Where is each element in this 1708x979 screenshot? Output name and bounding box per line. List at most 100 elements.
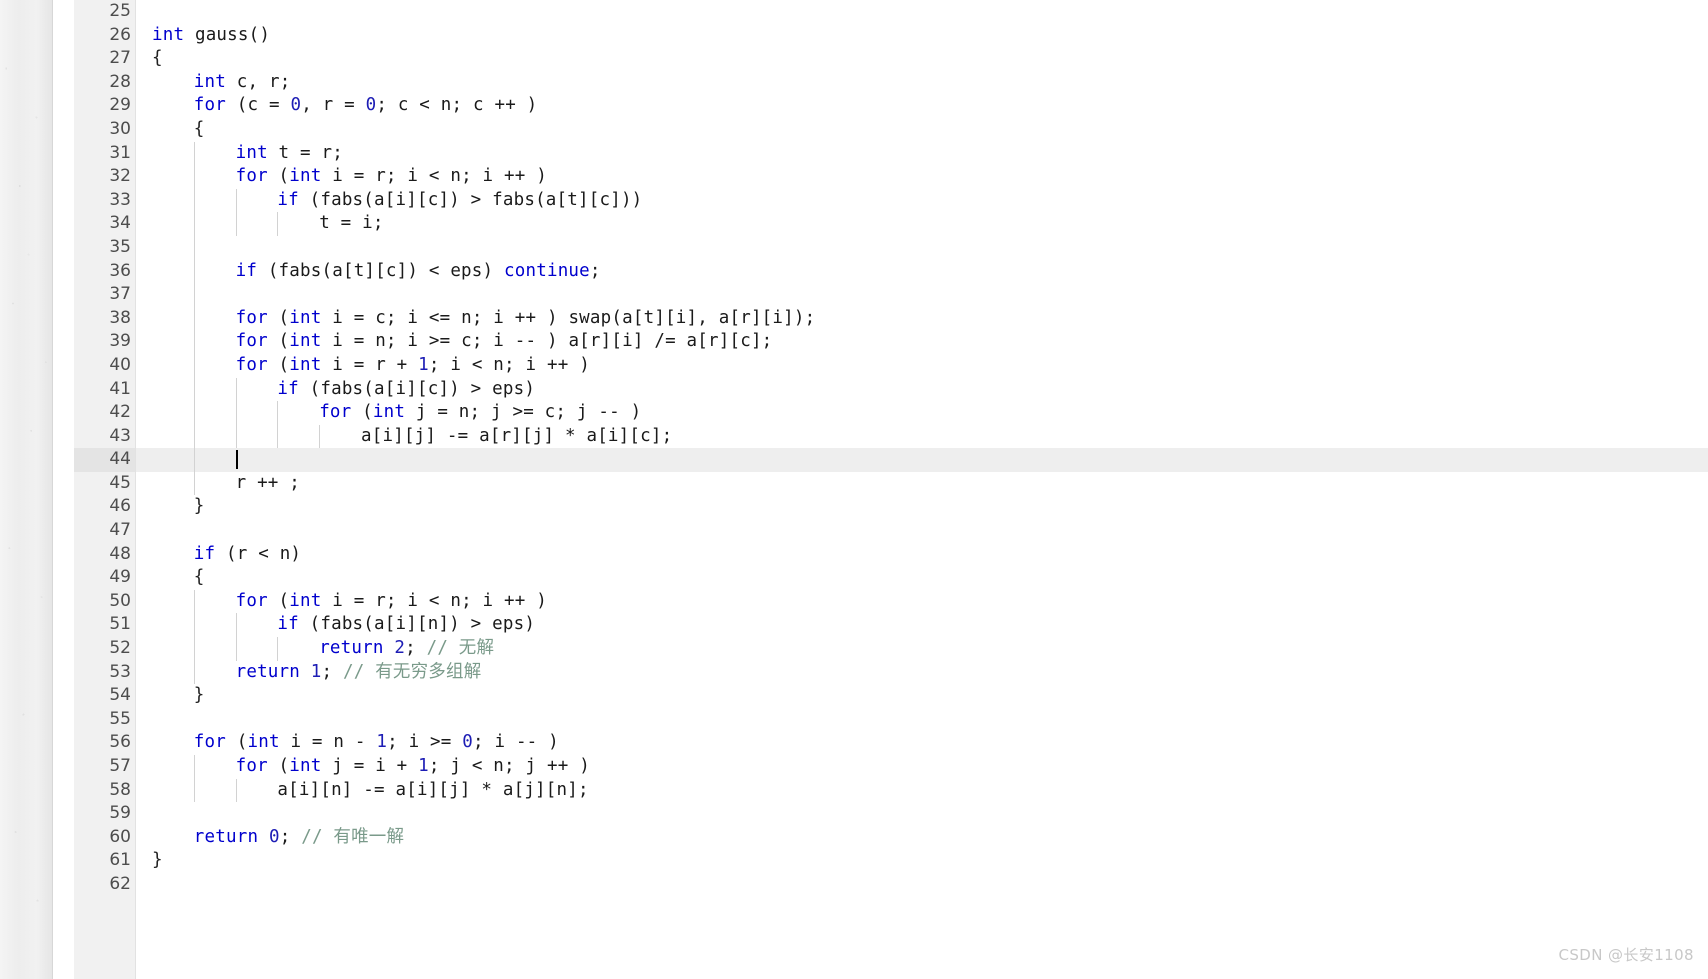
line-number-text: 38	[109, 307, 131, 328]
code-line[interactable]: for (int i = r; i < n; i ++ )	[136, 165, 1708, 189]
code-line[interactable]: if (fabs(a[i][c]) > fabs(a[t][c]))	[136, 188, 1708, 213]
line-number[interactable]: 52	[74, 637, 135, 661]
line-number[interactable]: 35	[74, 236, 135, 260]
code-line[interactable]	[136, 519, 1708, 543]
code-line[interactable]: {	[136, 566, 1708, 590]
line-number[interactable]: 29	[74, 94, 135, 118]
code-line-text: for (int i = n; i >= c; i -- ) a[r][i] /…	[152, 331, 773, 351]
line-number[interactable]: 40	[74, 354, 135, 378]
line-number[interactable]: 59	[74, 802, 135, 826]
line-number[interactable]: 38	[74, 307, 135, 331]
code-line[interactable]	[136, 448, 1708, 472]
line-number[interactable]: 44	[74, 448, 135, 472]
code-token-kw: if	[277, 189, 299, 210]
line-number[interactable]: 37	[74, 283, 135, 307]
code-line[interactable]: for (int j = i + 1; j < n; j ++ )	[136, 755, 1708, 779]
code-token-kw: int	[289, 166, 322, 187]
code-line[interactable]: int c, r;	[136, 71, 1708, 95]
code-line[interactable]: for (int j = n; j >= c; j -- )	[136, 401, 1708, 425]
code-line-text: for (c = 0, r = 0; c < n; c ++ )	[152, 95, 537, 115]
line-number[interactable]: 45	[74, 472, 135, 496]
code-token-punct: }	[193, 685, 205, 706]
code-line[interactable]: r ++ ;	[136, 471, 1708, 496]
line-number[interactable]: 46	[74, 495, 135, 519]
code-line[interactable]: for (c = 0, r = 0; c < n; c ++ )	[136, 94, 1708, 118]
indent-guide	[193, 589, 195, 614]
code-line[interactable]	[136, 235, 1708, 260]
code-line[interactable]: }	[136, 849, 1708, 873]
line-number[interactable]: 25	[74, 0, 135, 24]
line-number[interactable]: 31	[74, 142, 135, 166]
line-number[interactable]: 26	[74, 24, 135, 48]
line-number[interactable]: 41	[74, 378, 135, 402]
code-line[interactable]	[136, 0, 1708, 24]
code-line[interactable]: int gauss()	[136, 24, 1708, 48]
line-number[interactable]: 39	[74, 330, 135, 354]
indent-guide	[277, 637, 279, 661]
line-number[interactable]: 30▼	[74, 118, 144, 142]
code-line[interactable]: if (r < n)	[136, 543, 1708, 567]
code-line[interactable]: if (fabs(a[t][c]) < eps) continue;	[136, 259, 1708, 284]
line-number[interactable]: 50	[74, 590, 135, 614]
code-line[interactable]: return 1; // 有无穷多组解	[136, 660, 1708, 685]
line-number[interactable]: 56	[74, 731, 135, 755]
code-line-text: }	[152, 496, 205, 516]
code-line[interactable]: {	[136, 118, 1708, 142]
code-token-kw: int	[289, 354, 322, 375]
line-number[interactable]: 27▼	[74, 47, 144, 71]
code-token-ident: t = r;	[267, 142, 343, 163]
code-line[interactable]: int t = r;	[136, 141, 1708, 166]
code-line[interactable]	[136, 283, 1708, 307]
code-line[interactable]	[136, 873, 1708, 897]
code-line[interactable]: a[i][j] -= a[r][j] * a[i][c];	[136, 424, 1708, 449]
code-line[interactable]	[136, 708, 1708, 732]
code-line[interactable]: t = i;	[136, 212, 1708, 236]
code-token-kw: return	[235, 661, 301, 682]
line-number-text: 50	[109, 590, 131, 611]
line-number[interactable]: 49▼	[74, 566, 144, 590]
line-number[interactable]: 57	[74, 755, 135, 779]
line-number-gutter[interactable]: 25 2627▼28 2930▼31 3233 3435 36 3738 3940 41 4243…	[74, 0, 144, 979]
line-number[interactable]: 47	[74, 519, 135, 543]
code-editor-window: 25 2627▼28 2930▼31 3233 3435 36 3738 3940 41 4243…	[0, 0, 1708, 979]
line-number[interactable]: 43	[74, 425, 135, 449]
line-number[interactable]: 42	[74, 401, 135, 425]
line-number[interactable]: 60	[74, 826, 135, 850]
code-line[interactable]: if (fabs(a[i][c]) > eps)	[136, 377, 1708, 402]
line-number-text: 31	[109, 142, 131, 163]
line-number[interactable]: 53	[74, 661, 135, 685]
code-content-area[interactable]: int gauss(){int c, r; for (c = 0, r = 0; …	[136, 0, 1708, 979]
code-line[interactable]: return 0; // 有唯一解	[136, 826, 1708, 850]
code-line[interactable]: {	[136, 47, 1708, 71]
indent-guide	[193, 283, 195, 307]
code-line[interactable]: }	[136, 495, 1708, 519]
code-token-num: 0	[462, 732, 473, 753]
line-number[interactable]: 58	[74, 779, 135, 803]
line-number[interactable]: 51	[74, 613, 135, 637]
line-number[interactable]: 61	[74, 849, 135, 873]
line-number[interactable]: 48	[74, 543, 135, 567]
line-number[interactable]: 36	[74, 260, 135, 284]
line-number[interactable]: 32	[74, 165, 135, 189]
line-number[interactable]: 33	[74, 189, 135, 213]
watermark-label: CSDN @长安1108	[1558, 946, 1694, 964]
code-line[interactable]: a[i][n] -= a[i][j] * a[j][n];	[136, 778, 1708, 803]
code-line[interactable]: if (fabs(a[i][n]) > eps)	[136, 613, 1708, 638]
code-line[interactable]: for (int i = r; i < n; i ++ )	[136, 589, 1708, 614]
code-line[interactable]: for (int i = n; i >= c; i -- ) a[r][i] /…	[136, 330, 1708, 354]
indent-guide	[193, 377, 195, 402]
code-line[interactable]	[136, 802, 1708, 826]
line-number[interactable]: 55	[74, 708, 135, 732]
code-line[interactable]: return 2; // 无解	[136, 637, 1708, 661]
left-gap-divider	[52, 0, 74, 979]
code-line[interactable]: for (int i = n - 1; i >= 0; i -- )	[136, 731, 1708, 755]
code-line[interactable]: for (int i = r + 1; i < n; i ++ )	[136, 353, 1708, 378]
line-number[interactable]: 28	[74, 71, 135, 95]
code-line[interactable]: }	[136, 684, 1708, 708]
code-line-text: }	[152, 850, 163, 870]
line-number[interactable]: 62	[74, 873, 135, 897]
code-line[interactable]: for (int i = c; i <= n; i ++ ) swap(a[t]…	[136, 306, 1708, 331]
line-number[interactable]: 34	[74, 212, 135, 236]
line-number-text: 51	[109, 614, 131, 635]
line-number[interactable]: 54	[74, 684, 135, 708]
